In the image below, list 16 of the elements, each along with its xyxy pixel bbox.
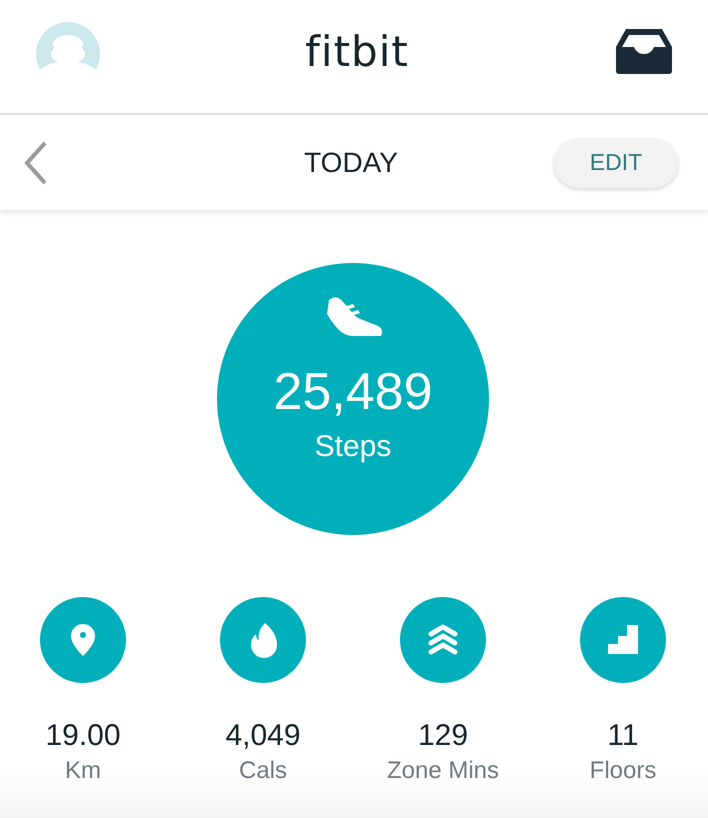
- stat-label: Zone Mins: [386, 757, 500, 785]
- stat-value: 19.00: [45, 719, 121, 753]
- edit-button[interactable]: EDIT: [554, 138, 678, 188]
- steps-label: Steps: [314, 430, 392, 464]
- app-logo: fitbit: [305, 27, 409, 76]
- stat-label: Km: [65, 757, 101, 785]
- back-icon[interactable]: [24, 140, 48, 184]
- stat-value: 129: [418, 719, 468, 753]
- stat-label: Cals: [238, 757, 287, 785]
- steps-value: 25,489: [273, 362, 433, 422]
- inbox-icon[interactable]: [614, 26, 674, 74]
- steps-circle[interactable]: 25,489 Steps: [217, 263, 489, 535]
- stat-label: Floors: [590, 757, 656, 785]
- stat-value: 11: [607, 719, 639, 753]
- stat-value: 4,049: [225, 719, 301, 753]
- page-title: TODAY: [304, 146, 398, 178]
